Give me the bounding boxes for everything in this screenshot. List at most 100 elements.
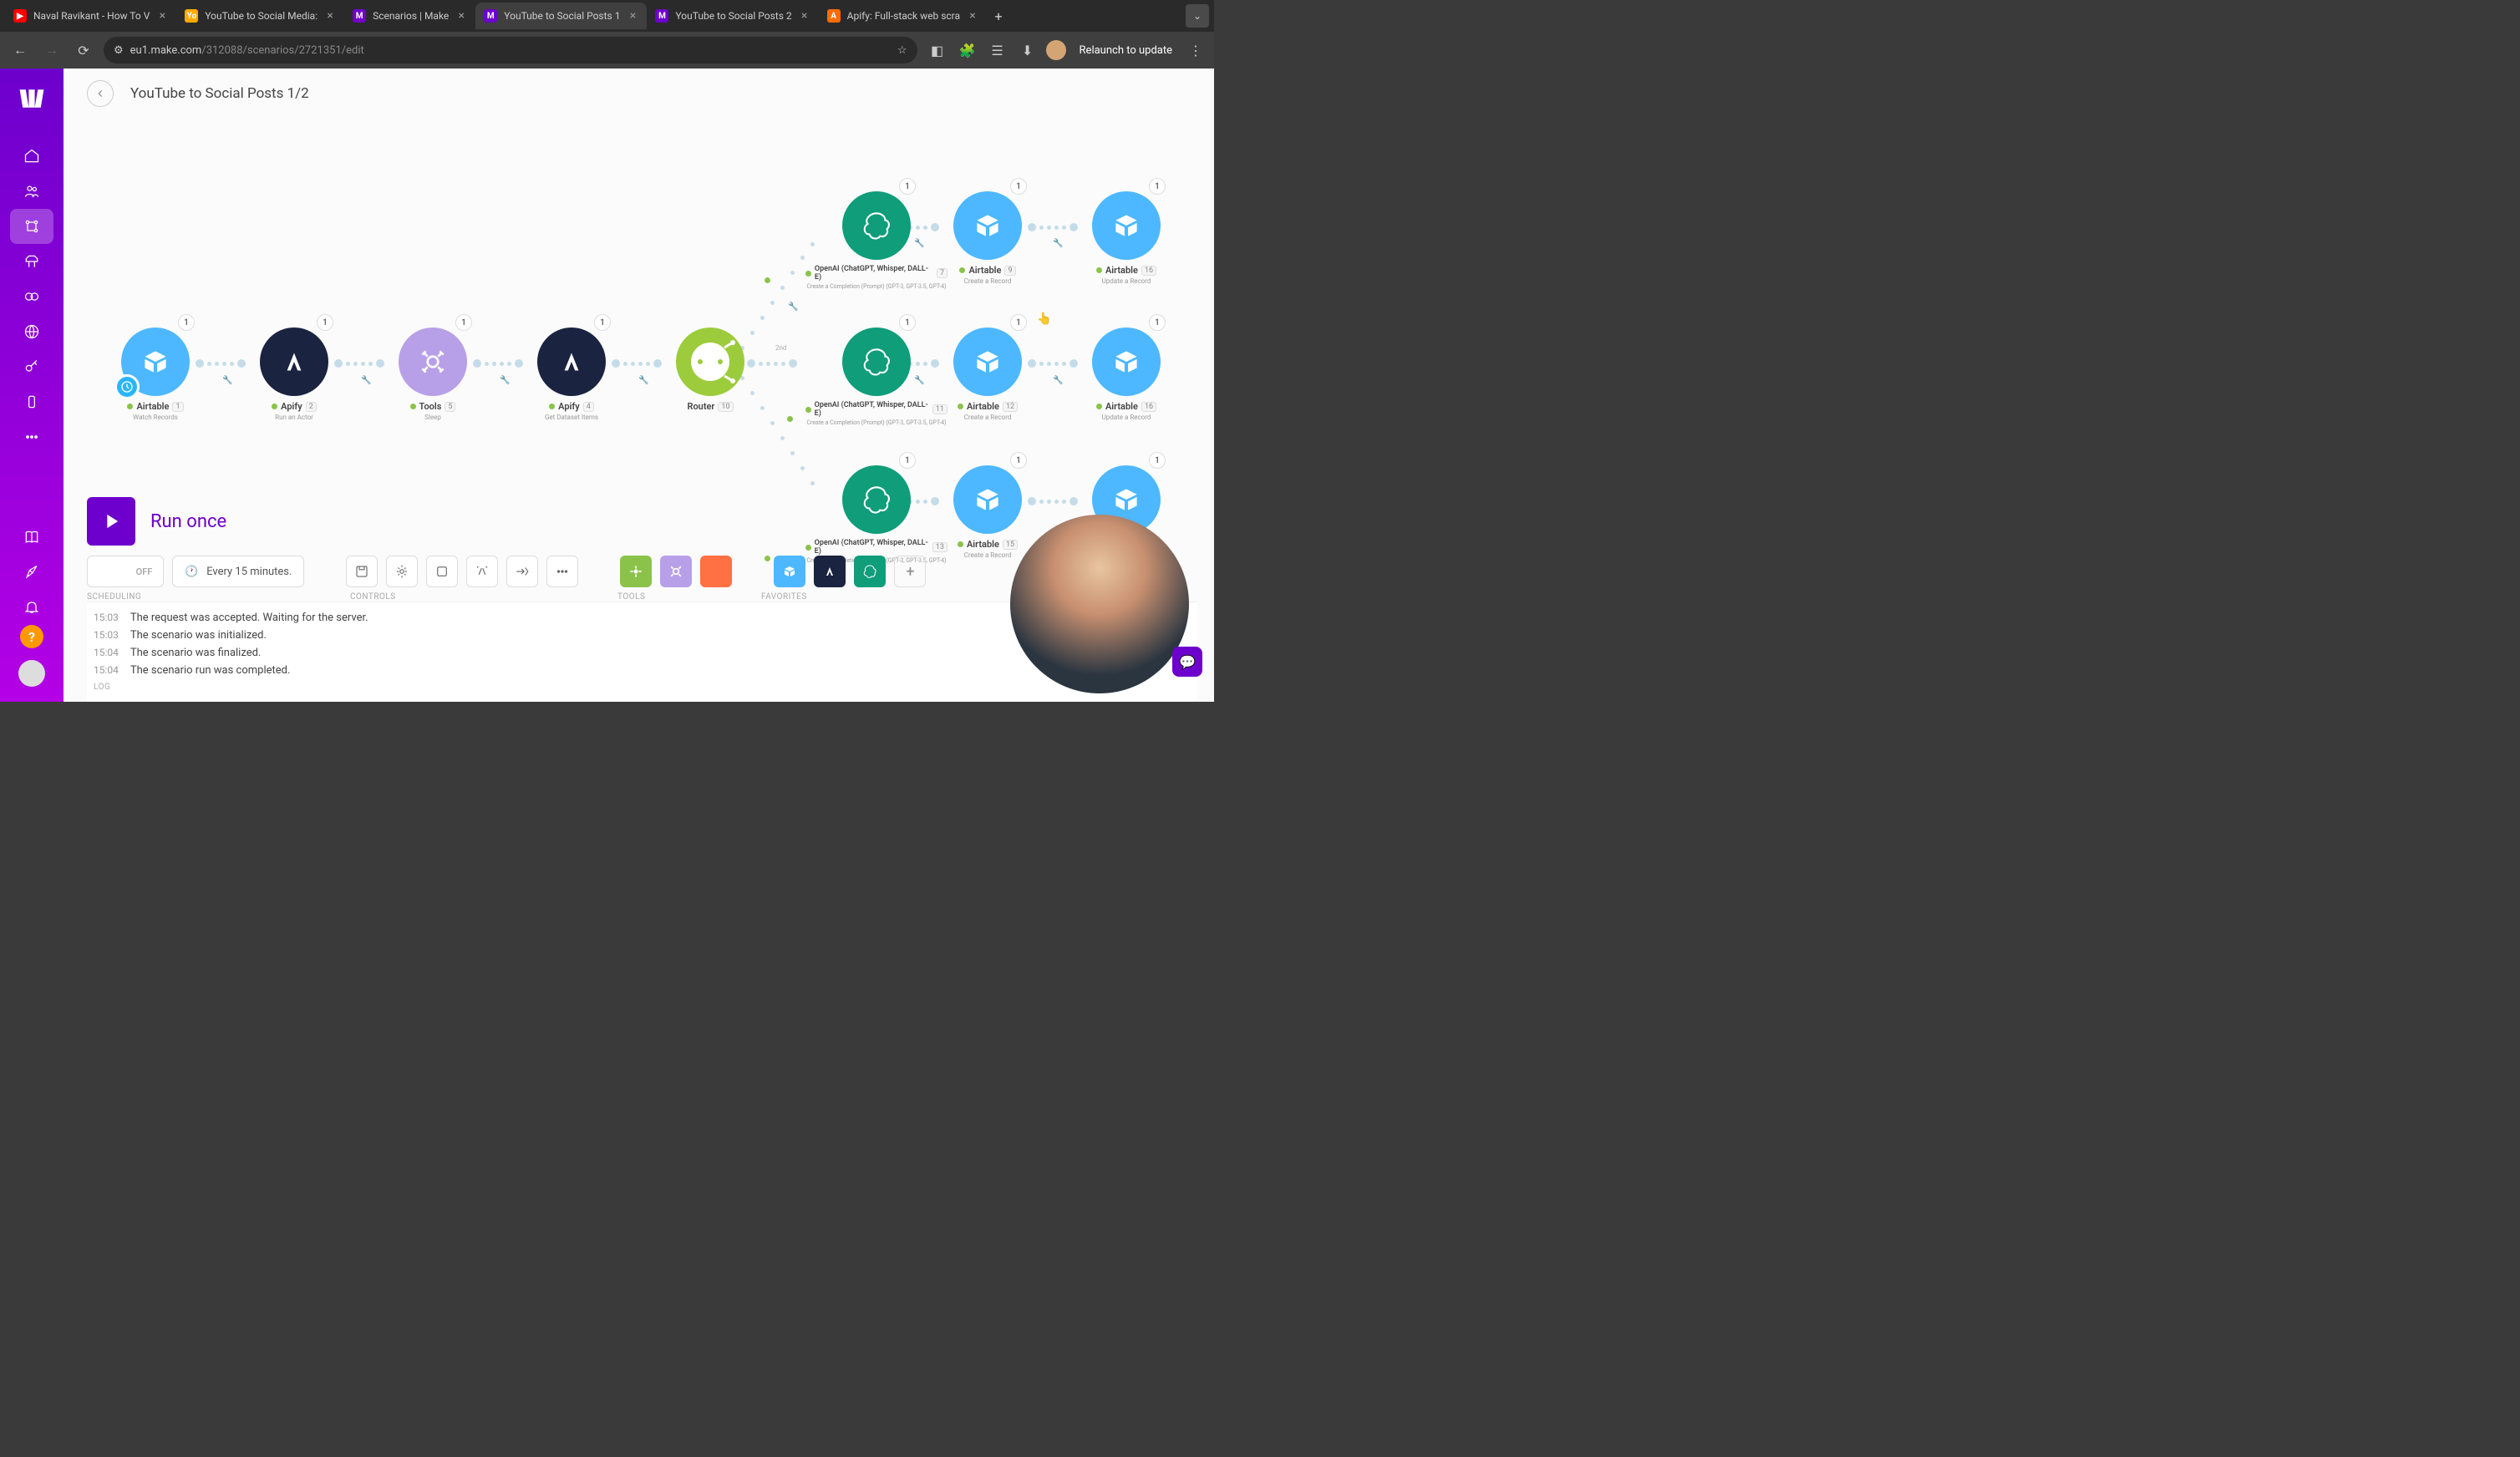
close-icon[interactable]: × <box>799 10 810 22</box>
reading-list-icon[interactable]: ☰ <box>986 38 1009 62</box>
new-tab-button[interactable]: + <box>987 4 1010 28</box>
module-openai[interactable]: 1 OpenAI (ChatGPT, Whisper, DALL-E)11 Cr… <box>805 327 948 426</box>
make-logo[interactable] <box>17 84 47 114</box>
more-button[interactable] <box>546 556 578 587</box>
downloads-icon[interactable]: ⬇ <box>1016 38 1039 62</box>
run-count-badge: 1 <box>455 314 472 331</box>
wrench-icon[interactable]: 🔧 <box>788 302 798 312</box>
site-settings-icon[interactable]: ⚙ <box>114 44 124 57</box>
connection[interactable] <box>473 361 533 366</box>
devices-icon[interactable] <box>10 384 53 419</box>
settings-button[interactable] <box>386 556 418 587</box>
extensions-icon[interactable]: 🧩 <box>956 38 979 62</box>
wrench-icon[interactable]: 🔧 <box>1053 239 1063 248</box>
favorite-openai[interactable] <box>854 556 886 587</box>
whats-new-icon[interactable] <box>10 555 53 590</box>
module-airtable-create[interactable]: 1 Airtable9 Create a Record <box>946 191 1029 285</box>
tab-title: Apify: Full-stack web scra <box>847 10 960 22</box>
relaunch-button[interactable]: Relaunch to update <box>1073 44 1179 57</box>
chrome-menu-icon[interactable]: ⋮ <box>1186 43 1206 58</box>
user-avatar[interactable] <box>18 660 45 687</box>
tool-flow-control[interactable] <box>620 556 652 587</box>
scenarios-icon[interactable] <box>10 209 53 244</box>
notifications-icon[interactable] <box>10 590 53 625</box>
browser-tab[interactable]: M Scenarios | Make × <box>344 3 475 29</box>
connection[interactable] <box>334 361 394 366</box>
back-button[interactable]: ← <box>8 38 32 62</box>
help-icon[interactable]: ? <box>20 625 43 648</box>
add-favorite-button[interactable]: + <box>894 556 926 587</box>
tool-tools[interactable] <box>660 556 692 587</box>
close-icon[interactable]: × <box>156 10 168 22</box>
bookmark-icon[interactable]: ☆ <box>897 44 907 57</box>
browser-tab[interactable]: Yo YouTube to Social Media: × <box>176 3 344 29</box>
wrench-icon[interactable]: 🔧 <box>500 376 510 385</box>
module-apify-run[interactable]: 1 Apify2 Run an Actor <box>252 327 336 421</box>
module-router[interactable]: Router10 <box>668 327 752 412</box>
browser-tab-active[interactable]: M YouTube to Social Posts 1 × <box>475 3 647 29</box>
scenario-canvas[interactable]: YouTube to Social Posts 1/2 2nd <box>64 69 1214 702</box>
wrench-icon[interactable]: 🔧 <box>1053 376 1063 385</box>
wrench-icon[interactable]: 🔧 <box>638 376 648 385</box>
favorite-airtable[interactable] <box>774 556 805 587</box>
tab-dropdown-button[interactable]: ⌄ <box>1186 4 1209 28</box>
favorite-apify[interactable] <box>814 556 846 587</box>
reload-button[interactable]: ⟳ <box>72 38 95 62</box>
chat-button[interactable]: 💬 <box>1172 647 1202 677</box>
webhooks-icon[interactable] <box>10 314 53 349</box>
team-icon[interactable] <box>10 174 53 209</box>
module-airtable-update[interactable]: 1 Airtable16 Update a Record <box>1085 327 1168 421</box>
scheduling-toggle[interactable]: OFF <box>87 556 164 587</box>
router-connection[interactable] <box>747 361 814 366</box>
run-count-badge: 1 <box>899 178 916 195</box>
scheduling-label: SCHEDULING <box>87 592 183 602</box>
run-count-badge: 1 <box>1010 314 1027 331</box>
module-airtable-watch[interactable]: 1 Airtable1 Watch Records <box>114 327 197 421</box>
module-airtable-create[interactable]: 1 Airtable12 Create a Record <box>946 327 1029 421</box>
wrench-icon[interactable]: 🔧 <box>222 376 232 385</box>
templates-icon[interactable] <box>10 244 53 279</box>
webcam-overlay <box>1010 515 1189 693</box>
more-icon[interactable] <box>10 419 53 454</box>
close-icon[interactable]: × <box>324 10 336 22</box>
connection[interactable] <box>1028 225 1088 230</box>
cursor-icon: 👆 <box>1037 312 1051 326</box>
connection[interactable] <box>196 361 256 366</box>
schedule-interval-button[interactable]: 🕐 Every 15 minutes. <box>172 556 304 587</box>
make-icon: M <box>353 9 366 23</box>
tool-text-parser[interactable] <box>700 556 732 587</box>
close-icon[interactable]: × <box>627 10 638 22</box>
wrench-icon[interactable]: 🔧 <box>361 376 371 385</box>
module-apify-dataset[interactable]: 1 Apify4 Get Dataset Items <box>530 327 613 421</box>
tab-title: Naval Ravikant - How To V <box>33 10 150 22</box>
module-airtable-update[interactable]: 1 Airtable16 Update a Record <box>1085 191 1168 285</box>
module-tools-sleep[interactable]: 1 Tools5 Sleep <box>391 327 475 421</box>
close-icon[interactable]: × <box>967 10 978 22</box>
browser-tab[interactable]: A Apify: Full-stack web scra × <box>819 3 987 29</box>
extension-icon[interactable]: ◧ <box>926 38 949 62</box>
filter-indicator[interactable] <box>764 277 771 284</box>
close-icon[interactable]: × <box>455 10 467 22</box>
forward-button[interactable]: → <box>40 38 64 62</box>
run-once-button[interactable] <box>87 497 135 546</box>
home-icon[interactable] <box>10 139 53 174</box>
run-count-badge: 1 <box>1149 314 1166 331</box>
keys-icon[interactable] <box>10 349 53 384</box>
connections-icon[interactable] <box>10 279 53 314</box>
auto-align-button[interactable] <box>466 556 498 587</box>
browser-tab[interactable]: ▶ Naval Ravikant - How To V × <box>5 3 176 29</box>
connection[interactable] <box>1028 361 1088 366</box>
back-button[interactable] <box>87 80 114 107</box>
explain-flow-button[interactable] <box>506 556 538 587</box>
save-button[interactable] <box>346 556 378 587</box>
youtube-icon: ▶ <box>13 9 27 23</box>
url-input[interactable]: ⚙ eu1.make.com/312088/scenarios/2721351/… <box>104 37 917 63</box>
notes-button[interactable] <box>426 556 458 587</box>
module-openai[interactable]: 1 OpenAI (ChatGPT, Whisper, DALL-E)7 Cre… <box>805 191 948 290</box>
scenario-title[interactable]: YouTube to Social Posts 1/2 <box>130 85 309 102</box>
filter-indicator[interactable] <box>786 415 794 423</box>
profile-avatar[interactable] <box>1046 40 1066 60</box>
connection[interactable] <box>612 361 672 366</box>
browser-tab[interactable]: M YouTube to Social Posts 2 × <box>647 3 818 29</box>
docs-icon[interactable] <box>10 520 53 555</box>
